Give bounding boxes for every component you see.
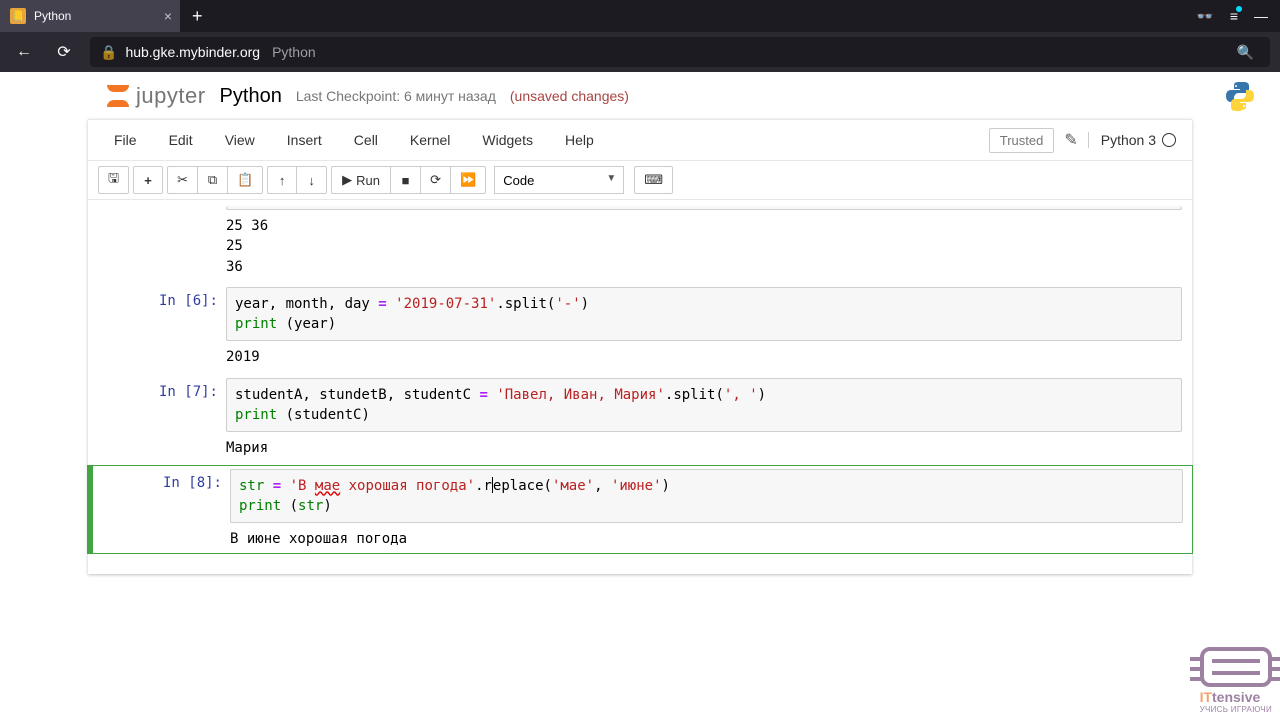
close-icon[interactable]: × xyxy=(164,8,172,24)
output-text: В июне хорошая погода xyxy=(230,523,1183,549)
menu-insert[interactable]: Insert xyxy=(271,124,338,156)
reader-icon[interactable]: 👓 xyxy=(1196,8,1213,25)
menu-file[interactable]: File xyxy=(98,124,153,156)
edit-icon[interactable]: ✎ xyxy=(1064,130,1077,150)
notebook-icon: 📒 xyxy=(10,8,26,24)
in-prompt: In [7]: xyxy=(159,384,218,400)
restart-button[interactable]: ⟳ xyxy=(421,166,451,194)
trusted-badge[interactable]: Trusted xyxy=(989,128,1055,153)
code-cell-6[interactable]: In [6]: year, month, day = '2019-07-31'.… xyxy=(88,283,1192,372)
kernel-status-icon xyxy=(1162,133,1176,147)
in-prompt: In [8]: xyxy=(163,475,222,491)
menu-help[interactable]: Help xyxy=(549,124,610,156)
run-label: Run xyxy=(356,173,380,188)
run-icon: ▶ xyxy=(342,172,352,188)
jupyter-header: jupyter Python Last Checkpoint: 6 минут … xyxy=(0,72,1280,119)
stop-button[interactable]: ■ xyxy=(391,166,421,194)
output-text: 2019 xyxy=(226,341,1182,367)
cut-button[interactable]: ✂ xyxy=(167,166,198,194)
jupyter-logo-icon xyxy=(104,82,132,110)
menu-icon[interactable]: ≡ xyxy=(1230,8,1238,24)
notebook-container: File Edit View Insert Cell Kernel Widget… xyxy=(88,119,1192,574)
python-logo-icon xyxy=(1224,80,1256,112)
menubar: File Edit View Insert Cell Kernel Widget… xyxy=(88,119,1192,161)
url-path: Python xyxy=(272,44,316,60)
output-text: 25 36 25 36 xyxy=(226,210,1182,277)
checkpoint-text: Last Checkpoint: 6 минут назад xyxy=(296,88,496,104)
address-bar: ← ⟳ 🔒 hub.gke.mybinder.org Python 🔍 xyxy=(0,32,1280,72)
code-input[interactable]: year, month, day = '2019-07-31'.split('-… xyxy=(226,287,1182,342)
output-text: Мария xyxy=(226,432,1182,458)
tab-title: Python xyxy=(34,9,71,23)
minimize-icon[interactable]: — xyxy=(1254,8,1268,24)
add-cell-button[interactable]: + xyxy=(133,166,163,194)
save-button[interactable]: 🖫 xyxy=(98,166,129,194)
kernel-indicator[interactable]: Python 3 xyxy=(1088,132,1176,148)
reload-button[interactable]: ⟳ xyxy=(50,42,78,62)
paste-button[interactable]: 📋 xyxy=(228,166,263,194)
menu-kernel[interactable]: Kernel xyxy=(394,124,466,156)
new-tab-button[interactable]: + xyxy=(180,6,215,27)
menu-widgets[interactable]: Widgets xyxy=(466,124,549,156)
text-cursor xyxy=(492,477,493,493)
back-button[interactable]: ← xyxy=(10,43,38,61)
code-cell-7[interactable]: In [7]: studentA, stundetB, studentC = '… xyxy=(88,374,1192,463)
unsaved-text: (unsaved changes) xyxy=(510,88,629,104)
cell-output-top: 25 36 25 36 xyxy=(88,202,1192,281)
code-cell-8[interactable]: In [8]: str = 'В мае хорошая погода'.rep… xyxy=(87,465,1193,554)
restart-run-all-button[interactable]: ⏩ xyxy=(451,166,486,194)
jupyter-logo-text: jupyter xyxy=(136,83,206,109)
notebook-cells: 25 36 25 36 In [6]: year, month, day = '… xyxy=(88,202,1192,574)
url-box[interactable]: 🔒 hub.gke.mybinder.org Python 🔍 xyxy=(90,37,1270,67)
jupyter-logo[interactable]: jupyter xyxy=(104,82,206,110)
url-domain: hub.gke.mybinder.org xyxy=(125,44,260,60)
code-input[interactable]: studentA, stundetB, studentC = 'Павел, И… xyxy=(226,378,1182,433)
copy-button[interactable]: ⧉ xyxy=(198,166,228,194)
command-palette-button[interactable]: ⌨ xyxy=(634,166,673,194)
celltype-select[interactable]: Code xyxy=(494,166,624,194)
toolbar: 🖫 + ✂ ⧉ 📋 ↑ ↓ ▶ Run ■ ⟳ ⏩ Code ⌨ xyxy=(88,161,1192,200)
run-button[interactable]: ▶ Run xyxy=(331,166,391,194)
move-down-button[interactable]: ↓ xyxy=(297,166,327,194)
search-in-page-icon[interactable]: 🔍 xyxy=(1231,44,1260,61)
menu-edit[interactable]: Edit xyxy=(153,124,209,156)
watermark: ITtensive УЧИСЬ ИГРАЮЧИ xyxy=(1200,647,1272,714)
lock-icon: 🔒 xyxy=(100,44,117,61)
move-up-button[interactable]: ↑ xyxy=(267,166,297,194)
browser-tab[interactable]: 📒 Python × xyxy=(0,0,180,32)
menu-view[interactable]: View xyxy=(209,124,271,156)
notebook-title[interactable]: Python xyxy=(220,85,282,108)
in-prompt: In [6]: xyxy=(159,293,218,309)
kernel-name-text: Python 3 xyxy=(1101,132,1156,148)
browser-tab-strip: 📒 Python × + 👓 ≡ — xyxy=(0,0,1280,32)
menu-cell[interactable]: Cell xyxy=(338,124,394,156)
code-input[interactable]: str = 'В мае хорошая погода'.replace('ма… xyxy=(230,469,1183,524)
